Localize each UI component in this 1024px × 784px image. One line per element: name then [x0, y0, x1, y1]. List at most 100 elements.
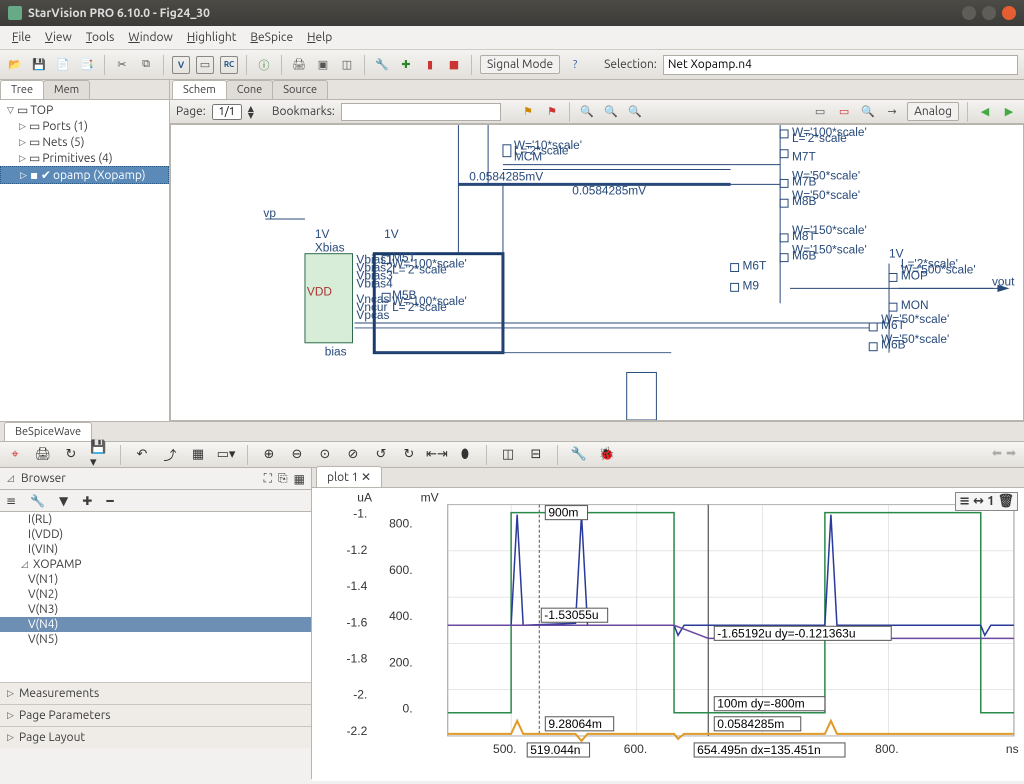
wrench-icon[interactable]: 🔧	[373, 56, 391, 74]
highlight-icon[interactable]: ▮	[421, 56, 439, 74]
close-plot-icon[interactable]: ✕	[361, 471, 371, 484]
menu-view[interactable]: View	[39, 29, 78, 46]
menu-file[interactable]: File	[6, 29, 37, 46]
open-icon[interactable]: 📂	[6, 56, 24, 74]
waveform-plot[interactable]: ≡ ↔ 1 🗑	[312, 488, 1024, 781]
tree-primitives[interactable]: ▷▭ Primitives (4)	[0, 150, 169, 166]
box-icon[interactable]: ▭	[196, 56, 214, 74]
menu-window[interactable]: Window	[122, 29, 178, 46]
split-icon[interactable]: ◫	[338, 56, 356, 74]
remove-icon[interactable]: ━	[106, 494, 113, 508]
v-mode-icon[interactable]: V	[172, 56, 190, 74]
sig-vn1[interactable]: V(N1)	[0, 572, 311, 587]
fit-width-icon[interactable]: ⇤⇥	[428, 446, 446, 464]
add-icon[interactable]: ✚	[82, 494, 92, 508]
maximize-button[interactable]	[982, 6, 996, 20]
zfit-icon[interactable]: ⊙	[316, 446, 334, 464]
schematic-canvas[interactable]: vp Xbias 1V 1V 1V bias M5T W='100*scale'…	[170, 124, 1024, 421]
plus-green-icon[interactable]: ✚	[397, 56, 415, 74]
pin-icon[interactable]: ⎘	[278, 472, 288, 486]
tree-opamp[interactable]: ▷▪ ✔opamp (Xopamp)	[0, 166, 169, 184]
help-icon[interactable]: ?	[566, 56, 584, 74]
screen-b-icon[interactable]: ▭	[835, 103, 853, 121]
arrow-icon[interactable]: →	[883, 103, 901, 121]
sig-vn3[interactable]: V(N3)	[0, 602, 311, 617]
tab-tree[interactable]: Tree	[0, 80, 44, 99]
bug-icon[interactable]: 🐞	[598, 446, 616, 464]
zoom-fit-icon[interactable]: 🔍	[626, 103, 644, 121]
tab-schem[interactable]: Schem	[172, 80, 227, 99]
print-icon[interactable]: 🖨	[290, 56, 308, 74]
files-icon[interactable]: 📑	[78, 56, 96, 74]
sig-vn4[interactable]: V(N4)	[0, 617, 311, 632]
save-icon[interactable]: 💾	[30, 56, 48, 74]
section-page-params[interactable]: ▷Page Parameters	[0, 704, 311, 726]
page-icon[interactable]: ▭▾	[217, 446, 235, 464]
zoom-in-icon[interactable]: 🔍	[578, 103, 596, 121]
page-field[interactable]	[212, 104, 242, 120]
file-icon[interactable]: 📄	[54, 56, 72, 74]
hierarchy-tree[interactable]: ▽▭ TOP ▷▭ Ports (1) ▷▭ Nets (5) ▷▭ Primi…	[0, 100, 169, 421]
sig-vn2[interactable]: V(N2)	[0, 587, 311, 602]
sig-vn5[interactable]: V(N5)	[0, 632, 311, 647]
filter-icon[interactable]: ▼	[59, 494, 68, 508]
tree-ports[interactable]: ▷▭ Ports (1)	[0, 118, 169, 134]
selection-field[interactable]	[663, 55, 1018, 75]
bm-add-icon[interactable]: ⚑	[519, 103, 537, 121]
rc-mode-icon[interactable]: RC	[220, 56, 238, 74]
zin-icon[interactable]: ⊕	[260, 446, 278, 464]
plot-next-icon[interactable]: ➡	[1006, 446, 1016, 460]
menu-tools[interactable]: Tools	[80, 29, 121, 46]
analog-button[interactable]: Analog	[907, 102, 959, 121]
bm-del-icon[interactable]: ⚑	[543, 103, 561, 121]
screen-a-icon[interactable]: ▭	[811, 103, 829, 121]
sig-ivin[interactable]: I(VIN)	[0, 542, 311, 557]
tab-bespicewave[interactable]: BeSpiceWave	[4, 422, 92, 441]
page-stepper[interactable]: ▲▼	[248, 105, 254, 119]
back-icon[interactable]: ↺	[372, 446, 390, 464]
stop-icon[interactable]: ■	[445, 56, 463, 74]
tab-source[interactable]: Source	[272, 80, 328, 99]
undo-icon[interactable]: ↶	[133, 446, 151, 464]
cursor-a-icon[interactable]: ⬮	[456, 446, 474, 464]
curve-icon[interactable]: ⤴	[161, 446, 179, 464]
tree-nets[interactable]: ▷▭ Nets (5)	[0, 134, 169, 150]
info-icon[interactable]: ⓘ	[255, 56, 273, 74]
signal-mode-button[interactable]: Signal Mode	[480, 55, 560, 74]
tab-cone[interactable]: Cone	[226, 80, 274, 99]
tab-mem[interactable]: Mem	[43, 80, 90, 99]
tree-top[interactable]: ▽▭ TOP	[0, 102, 169, 118]
menu-highlight[interactable]: Highlight	[181, 29, 243, 46]
bookmarks-dropdown[interactable]	[341, 103, 501, 121]
refresh-icon[interactable]: ↻	[62, 446, 80, 464]
sig-xopamp[interactable]: ◿XOPAMP	[0, 557, 311, 572]
settings-icon[interactable]: 🔧	[570, 446, 588, 464]
copy-icon[interactable]: ⧉	[137, 56, 155, 74]
cut-icon[interactable]: ✂	[113, 56, 131, 74]
nav-back-icon[interactable]: ◀	[976, 103, 994, 121]
tool-icon[interactable]: 🔧	[30, 494, 45, 508]
list-icon[interactable]: ≡	[6, 494, 16, 508]
target-icon[interactable]: ⌖	[6, 446, 24, 464]
window-icon[interactable]: ▣	[314, 56, 332, 74]
menu-icon[interactable]: ▦	[294, 472, 305, 486]
zsel-icon[interactable]: ⊘	[344, 446, 362, 464]
menu-help[interactable]: Help	[301, 29, 338, 46]
close-button[interactable]	[1002, 6, 1016, 20]
save2-icon[interactable]: 💾▾	[90, 446, 108, 464]
zout-icon[interactable]: ⊖	[288, 446, 306, 464]
plot-toolbox[interactable]: ≡ ↔ 1 🗑	[955, 492, 1018, 511]
layout-h-icon[interactable]: ◫	[499, 446, 517, 464]
menu-bespice[interactable]: BeSpice	[244, 29, 299, 46]
nav-fwd-icon[interactable]: ▶	[1000, 103, 1018, 121]
fwd-icon[interactable]: ↻	[400, 446, 418, 464]
tab-plot1[interactable]: plot 1 ✕	[316, 466, 382, 487]
sig-irl[interactable]: I(RL)	[0, 512, 311, 527]
fit-icon[interactable]: 🔍	[859, 103, 877, 121]
layout-v-icon[interactable]: ⊟	[527, 446, 545, 464]
grid-icon[interactable]: ▦	[189, 446, 207, 464]
print2-icon[interactable]: 🖨	[34, 446, 52, 464]
expand-icon[interactable]: ⛶	[264, 472, 272, 486]
plot-prev-icon[interactable]: ⬅	[992, 446, 1002, 460]
minimize-button[interactable]	[962, 6, 976, 20]
